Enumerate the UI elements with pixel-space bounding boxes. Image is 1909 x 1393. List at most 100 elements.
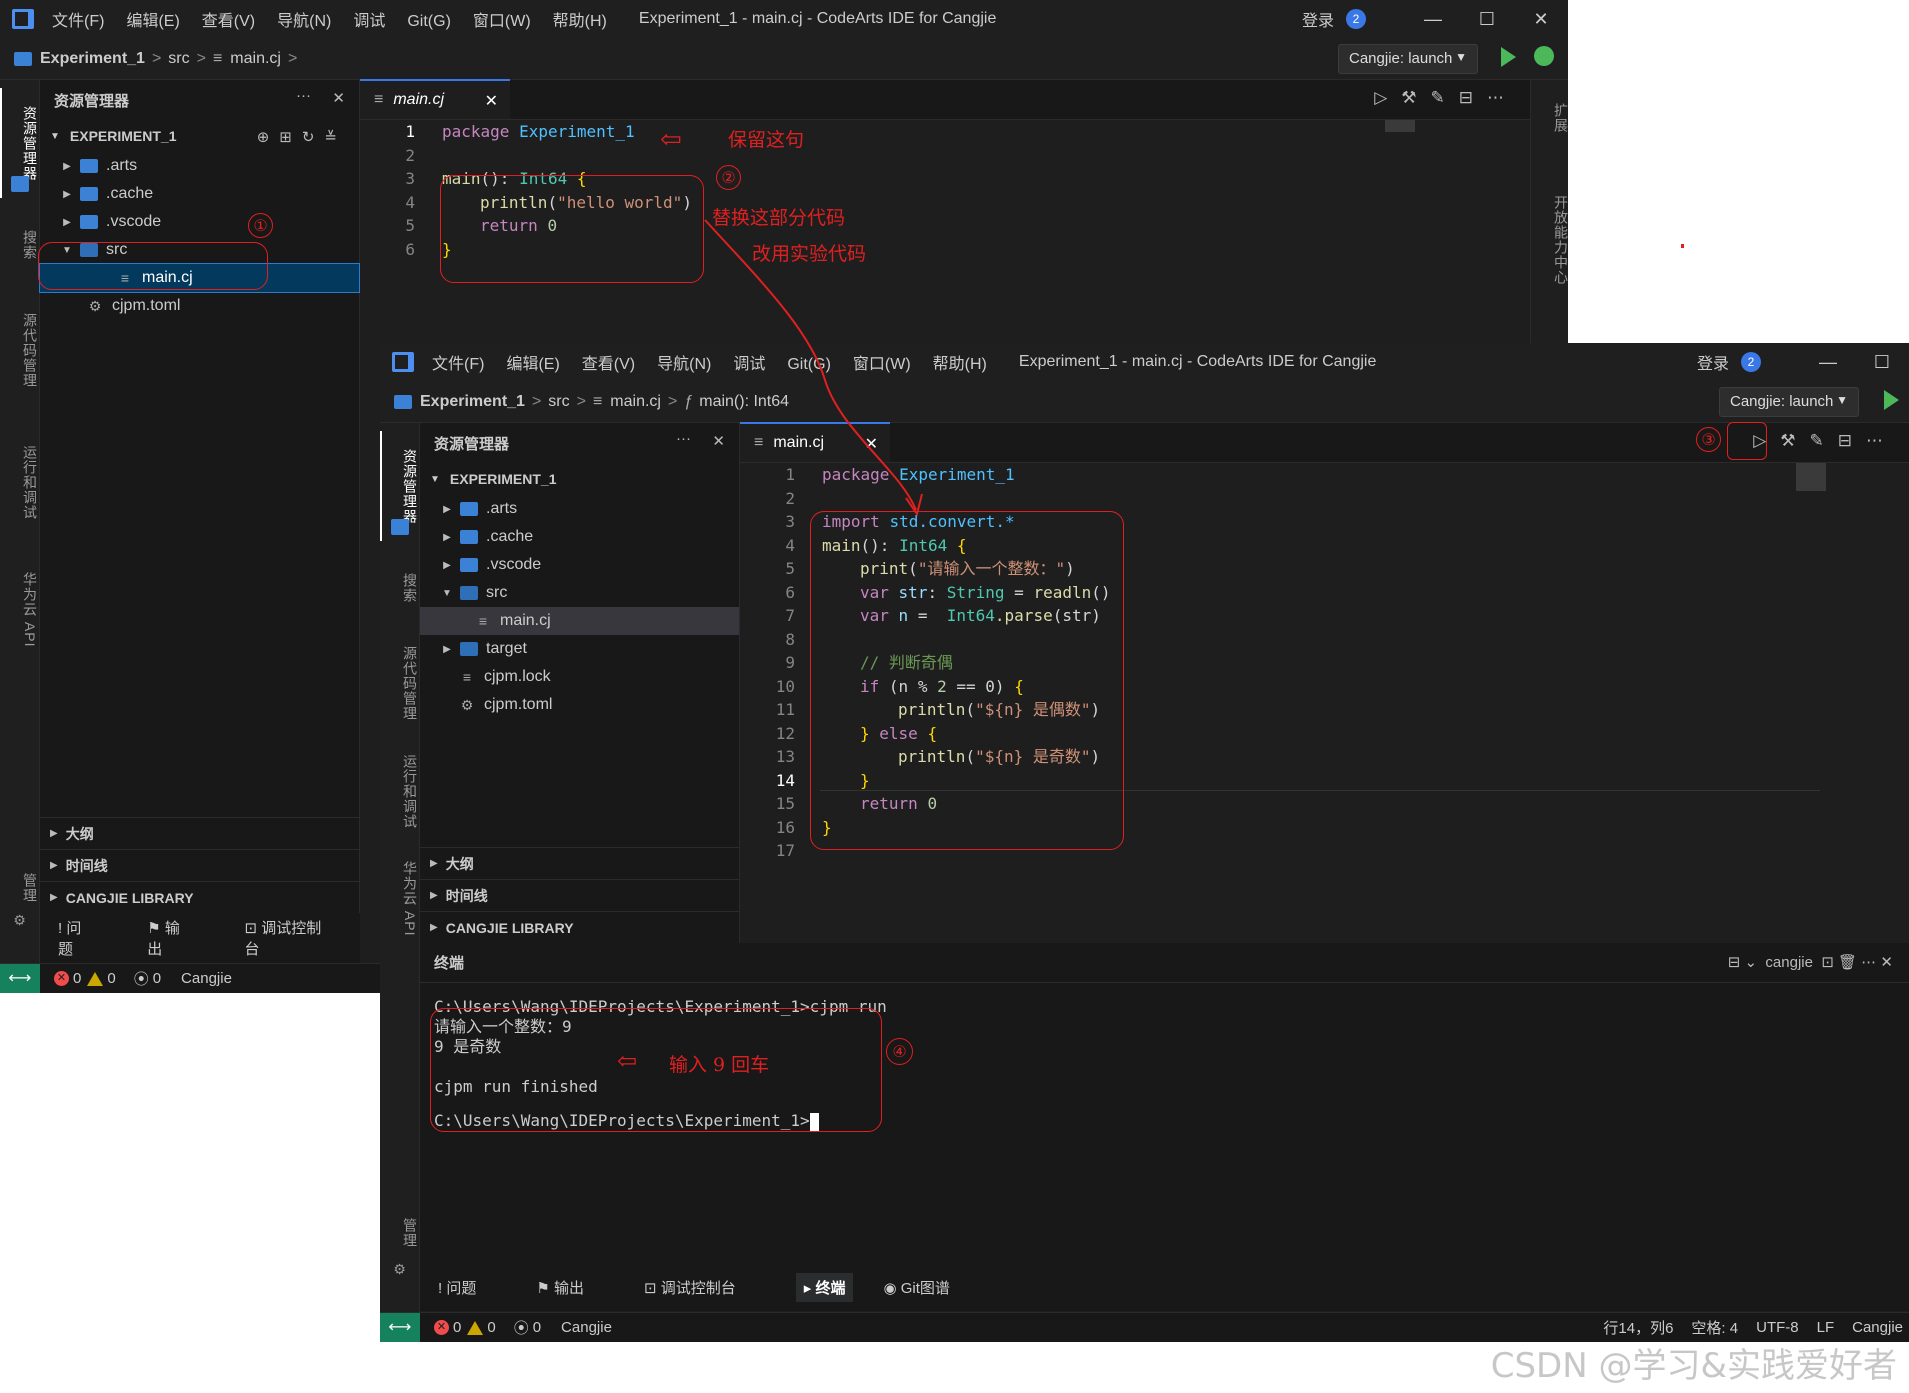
menu-help[interactable]: 帮助(H)	[553, 13, 607, 30]
indentation[interactable]: 空格: 4	[1691, 1317, 1738, 1338]
language-mode[interactable]: Cangjie	[1852, 1319, 1903, 1336]
error-icon[interactable]: ✕	[54, 971, 69, 986]
menu-git[interactable]: Git(G)	[407, 13, 451, 30]
close-icon[interactable]: ✕	[1514, 9, 1568, 30]
tab-debug-console[interactable]: ⊡ 调试控制台	[245, 917, 351, 959]
activity-search[interactable]: 搜索	[380, 563, 420, 613]
tab-output[interactable]: ⚑ 输出	[536, 1277, 614, 1298]
minimize-icon[interactable]: —	[1406, 9, 1460, 30]
editor-actions-icon[interactable]: ▷⚒✎⊟⋯	[1753, 431, 1897, 451]
login-button[interactable]: 登录	[1302, 7, 1334, 31]
tree-item[interactable]: ▶ .cache	[420, 523, 739, 551]
menu-window[interactable]: 窗口(W)	[473, 13, 531, 30]
activity-manage[interactable]: 管理	[380, 1213, 420, 1253]
activity-scm[interactable]: 源代码管理	[0, 300, 40, 400]
section-cangjie-library[interactable]: ▶ CANGJIE LIBRARY	[420, 911, 739, 943]
tree-item-selected[interactable]: ≡ main.cj	[420, 607, 739, 635]
warning-icon[interactable]	[87, 971, 104, 986]
run-icon[interactable]	[1884, 390, 1899, 410]
project-root[interactable]: EXPERIMENT_1	[450, 471, 557, 487]
ports-icon[interactable]: ⦿	[514, 1317, 529, 1338]
error-icon[interactable]: ✕	[434, 1320, 449, 1335]
tree-item[interactable]: ≡ cjpm.lock	[420, 663, 739, 691]
menu-file[interactable]: 文件(F)	[52, 13, 104, 30]
tree-item[interactable]: ▶ .cache	[40, 180, 359, 208]
activity-huawei-api[interactable]: 华为云 API	[380, 849, 420, 949]
tree-item[interactable]: ▶ .vscode	[420, 551, 739, 579]
run-icon[interactable]	[1501, 47, 1516, 67]
ports-icon[interactable]: ⦿	[134, 968, 149, 989]
more-icon[interactable]: ···	[296, 87, 311, 104]
crumb-project[interactable]: Experiment_1	[40, 50, 145, 67]
explorer-actions-icon[interactable]: ⊕⊞↻≚	[257, 128, 347, 146]
notification-badge[interactable]: 2	[1741, 352, 1761, 372]
tree-item[interactable]: ▶ target	[420, 635, 739, 663]
login-button[interactable]: 登录	[1697, 350, 1729, 374]
menu-edit[interactable]: 编辑(E)	[506, 356, 559, 373]
activity-search[interactable]: 搜索	[0, 220, 40, 270]
activity-open-ability[interactable]: 开放能力中心	[1531, 170, 1568, 310]
editor-tab[interactable]: ≡ main.cj ✕	[360, 79, 510, 119]
warning-icon[interactable]	[467, 1320, 484, 1335]
section-timeline[interactable]: ▶ 时间线	[40, 849, 359, 881]
tab-debug-console[interactable]: ⊡ 调试控制台	[644, 1277, 766, 1298]
editor-actions-icon[interactable]: ▷⚒✎⊟⋯	[1374, 88, 1518, 108]
split-icon[interactable]: ⊟ ⌄	[1728, 954, 1757, 971]
activity-extensions[interactable]: 扩展	[1531, 88, 1568, 148]
crumb-src[interactable]: src	[168, 50, 189, 67]
debug-icon[interactable]	[1534, 46, 1554, 66]
crumb-src[interactable]: src	[548, 393, 569, 410]
tab-git-graph[interactable]: ◉ Git图谱	[883, 1277, 979, 1298]
activity-huawei-api[interactable]: 华为云 API	[0, 560, 40, 660]
crumb-file[interactable]: main.cj	[610, 393, 661, 410]
menu-edit[interactable]: 编辑(E)	[126, 13, 179, 30]
tab-output[interactable]: ⚑ 输出	[147, 917, 214, 959]
maximize-icon[interactable]: ☐	[1855, 352, 1909, 373]
status-lang[interactable]: Cangjie	[181, 970, 232, 987]
trash-icon[interactable]: ⊡ 🗑 ⋯ ✕	[1821, 954, 1893, 971]
tree-item[interactable]: ⚙ cjpm.toml	[420, 691, 739, 719]
activity-run-debug[interactable]: 运行和调试	[0, 432, 40, 532]
close-icon[interactable]: ✕	[485, 91, 498, 111]
activity-manage[interactable]: 管理	[0, 868, 40, 908]
menu-view[interactable]: 查看(V)	[582, 356, 635, 373]
activity-run-debug[interactable]: 运行和调试	[380, 741, 420, 841]
launch-config-select[interactable]: Cangjie: launch ▼	[1338, 44, 1478, 74]
tree-item[interactable]: ▶ .vscode	[40, 208, 359, 236]
tree-item[interactable]: ▼ src	[420, 579, 739, 607]
crumb-project[interactable]: Experiment_1	[420, 393, 525, 410]
gear-icon[interactable]: ⚙	[0, 912, 40, 936]
launch-config-select[interactable]: Cangjie: launch ▼	[1719, 387, 1859, 417]
minimize-icon[interactable]: —	[1801, 352, 1855, 373]
remote-icon[interactable]: ⟷	[0, 963, 40, 993]
terminal-shell[interactable]: cangjie	[1765, 954, 1813, 971]
menu-view[interactable]: 查看(V)	[202, 13, 255, 30]
minimap[interactable]	[1385, 120, 1415, 132]
activity-scm[interactable]: 源代码管理	[380, 633, 420, 733]
menu-debug[interactable]: 调试	[353, 13, 385, 30]
menu-navigate[interactable]: 导航(N)	[277, 13, 331, 30]
section-cangjie-library[interactable]: ▶ CANGJIE LIBRARY	[40, 881, 359, 913]
remote-icon[interactable]: ⟷	[380, 1312, 420, 1342]
tree-item[interactable]: ⚙ cjpm.toml	[40, 292, 359, 320]
tab-terminal[interactable]: ▸ 终端	[795, 1272, 854, 1302]
maximize-icon[interactable]: ☐	[1460, 9, 1514, 30]
crumb-file[interactable]: main.cj	[230, 50, 281, 67]
notification-badge[interactable]: 2	[1346, 9, 1366, 29]
minimap[interactable]	[1796, 463, 1826, 491]
menu-file[interactable]: 文件(F)	[432, 356, 484, 373]
tree-item[interactable]: ▶ .arts	[420, 495, 739, 523]
status-lang[interactable]: Cangjie	[561, 1319, 612, 1336]
section-outline[interactable]: ▶ 大纲	[420, 847, 739, 879]
more-icon[interactable]: ···	[676, 430, 691, 447]
tab-problems[interactable]: ! 问题	[58, 917, 117, 959]
section-outline[interactable]: ▶ 大纲	[40, 817, 359, 849]
gear-icon[interactable]: ⚙	[380, 1261, 420, 1285]
section-timeline[interactable]: ▶ 时间线	[420, 879, 739, 911]
line-ending[interactable]: LF	[1817, 1319, 1835, 1336]
project-root[interactable]: EXPERIMENT_1	[70, 128, 177, 144]
menu-help[interactable]: 帮助(H)	[933, 356, 987, 373]
cursor-position[interactable]: 行14，列6	[1603, 1317, 1673, 1338]
tab-problems[interactable]: ! 问题	[438, 1277, 506, 1298]
close-icon[interactable]: ✕	[332, 89, 345, 107]
